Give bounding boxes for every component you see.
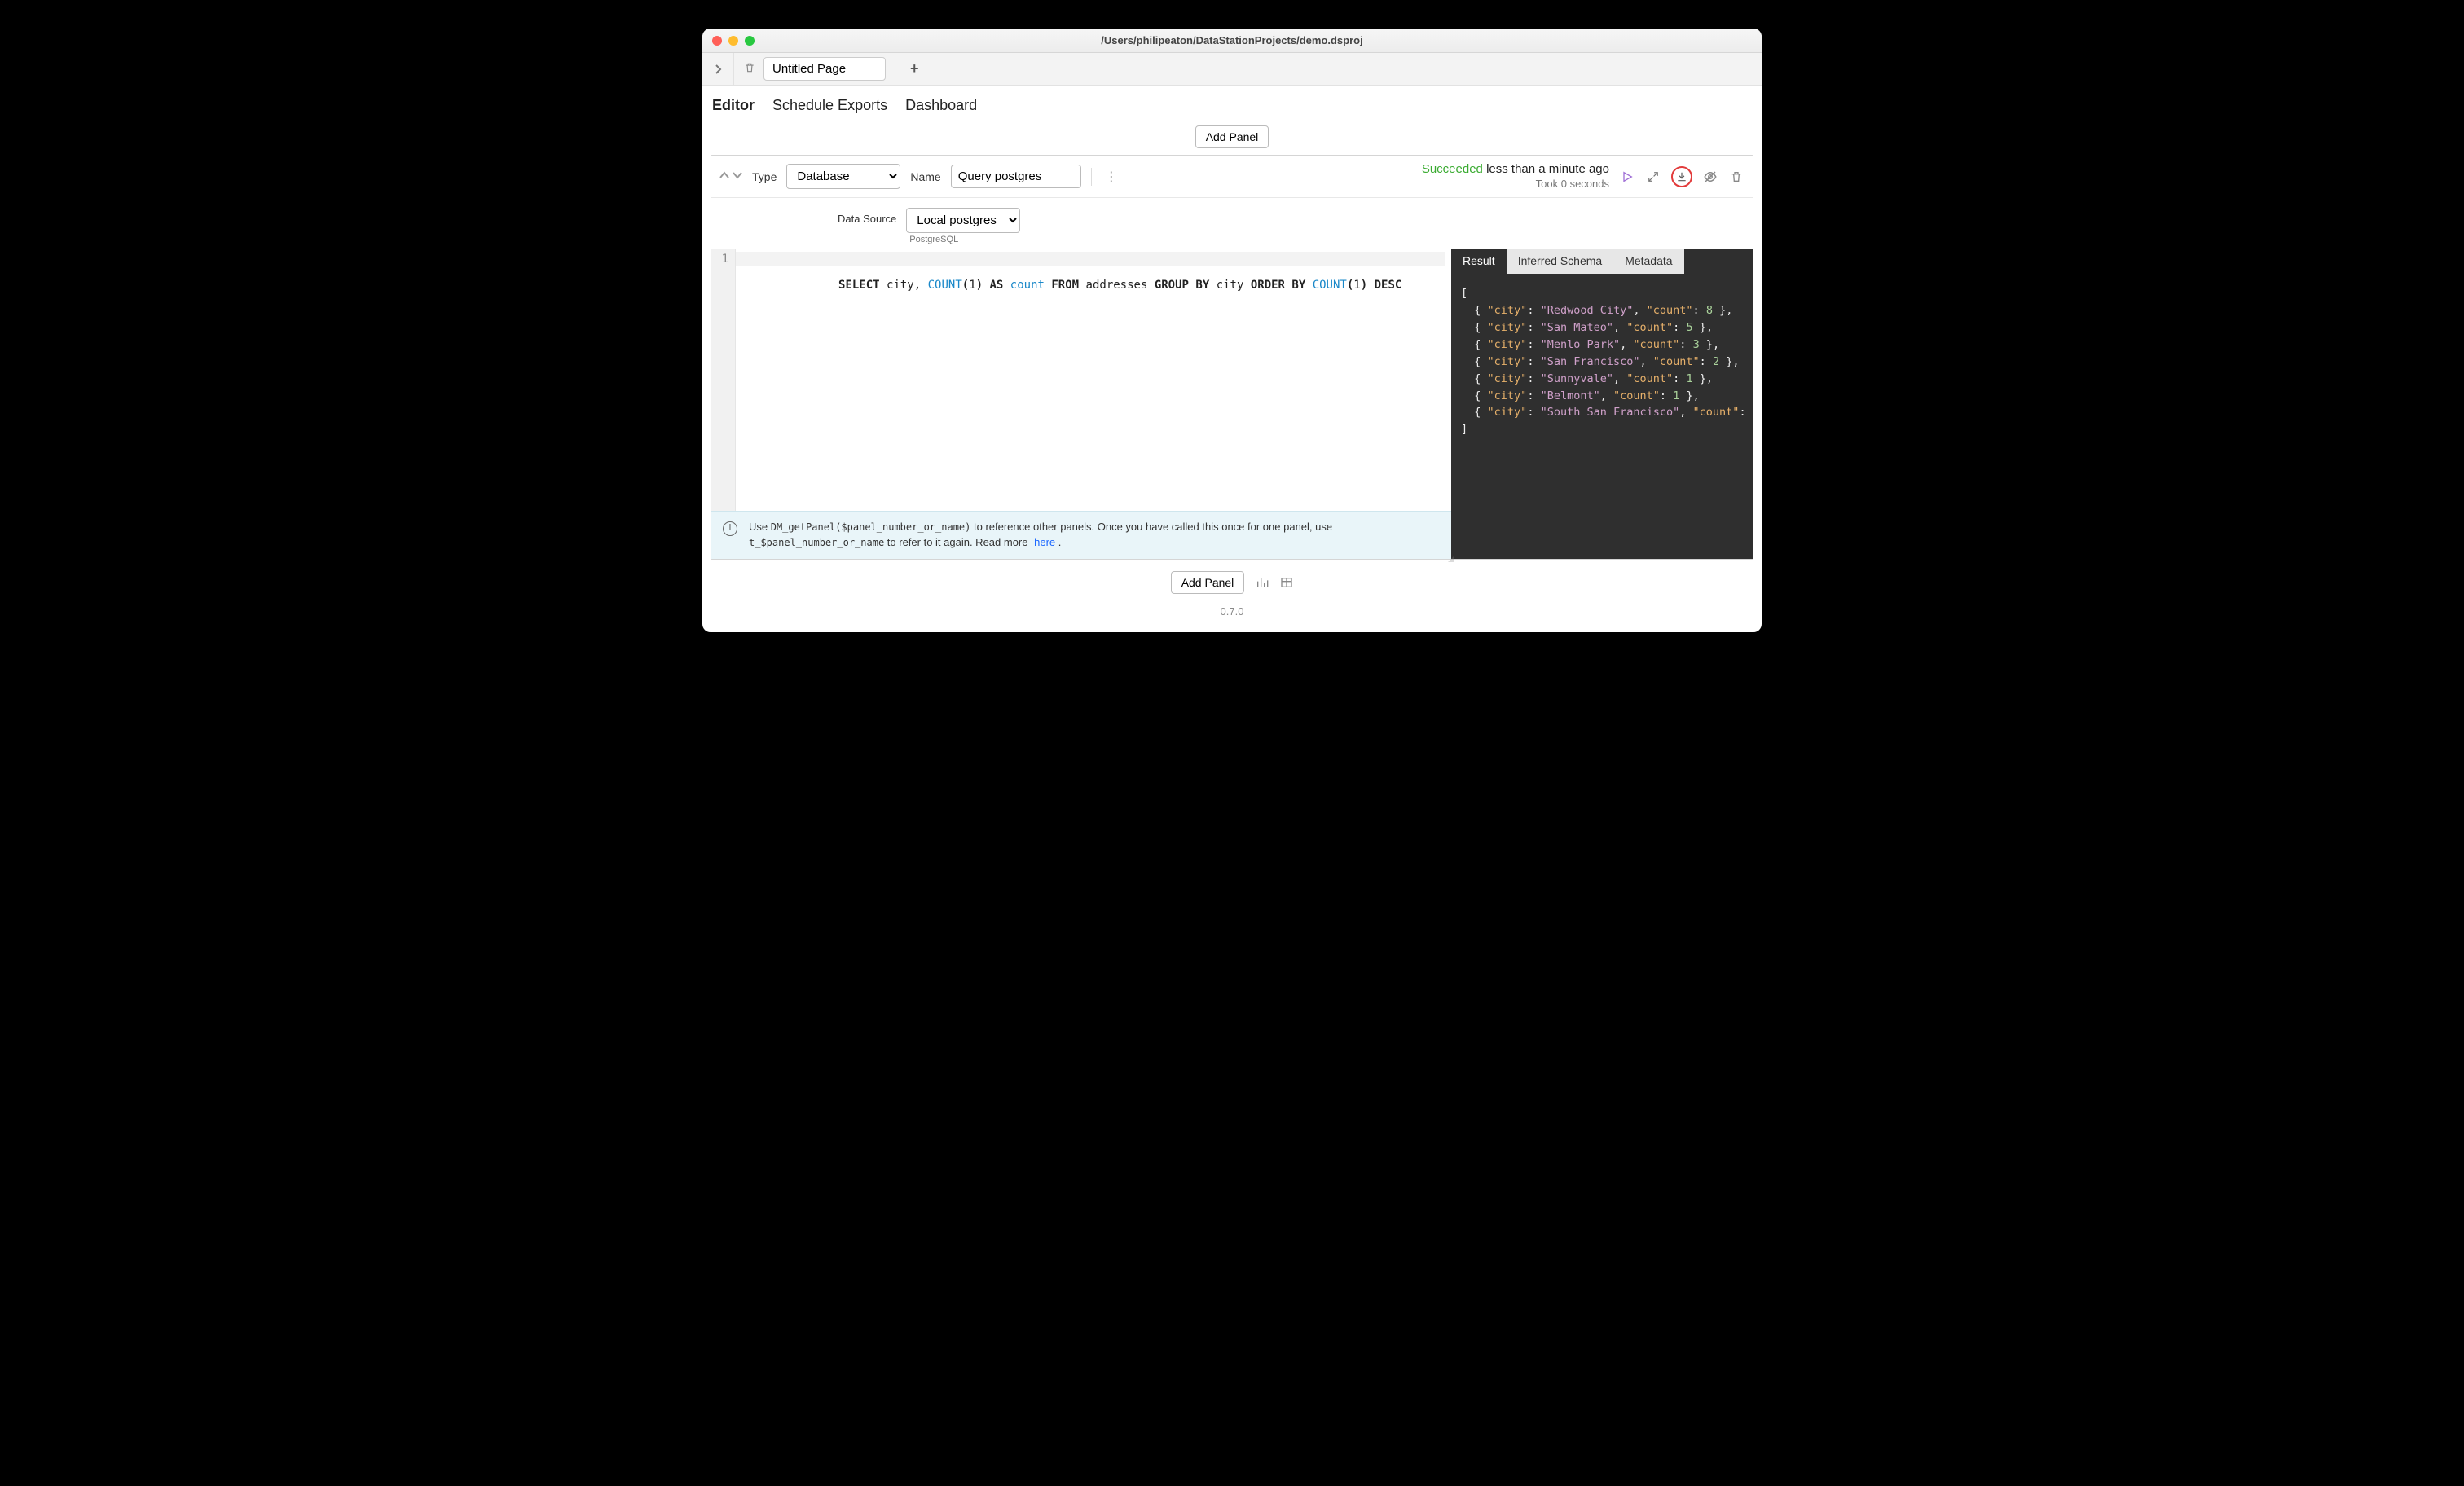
- separator: [1091, 168, 1092, 186]
- tab-schedule-exports[interactable]: Schedule Exports: [772, 97, 887, 114]
- move-panel-down-icon[interactable]: [733, 171, 742, 182]
- info-text: Use DM_getPanel($panel_number_or_name) t…: [749, 520, 1440, 551]
- info-icon: i: [723, 521, 737, 536]
- delete-panel-icon[interactable]: [1728, 169, 1745, 185]
- panel-status: Succeeded less than a minute ago Took 0 …: [1422, 162, 1609, 191]
- version-label: 0.7.0: [711, 605, 1753, 618]
- expand-panel-icon[interactable]: [1645, 169, 1661, 185]
- panel-type-select[interactable]: Database: [786, 164, 900, 189]
- result-tab-schema[interactable]: Inferred Schema: [1507, 249, 1614, 274]
- add-graph-panel-icon[interactable]: [1256, 576, 1269, 589]
- close-window-button[interactable]: [712, 36, 722, 46]
- minimize-window-button[interactable]: [728, 36, 738, 46]
- delete-page-icon[interactable]: [744, 62, 755, 76]
- mode-tabs: Editor Schedule Exports Dashboard: [711, 95, 1753, 122]
- result-body[interactable]: [ { "city": "Redwood City", "count": 8 }…: [1451, 274, 1753, 559]
- code-line[interactable]: SELECT city, COUNT(1) AS count FROM addr…: [736, 249, 1451, 511]
- page-tab-strip: +: [702, 53, 1762, 86]
- data-source-type: PostgreSQL: [909, 235, 1020, 244]
- hide-panel-icon[interactable]: [1702, 169, 1718, 185]
- editor-area: 1 SELECT city, COUNT(1) AS count FROM ad…: [711, 249, 1451, 559]
- download-results-icon[interactable]: [1671, 166, 1692, 187]
- add-panel-top: Add Panel: [711, 125, 1753, 148]
- add-panel-bottom: Add Panel: [711, 571, 1753, 594]
- panel-header: Type Database Name ⋮ Succeeded less than…: [711, 156, 1753, 198]
- add-page-icon[interactable]: +: [910, 60, 919, 77]
- window-title: /Users/philipeaton/DataStationProjects/d…: [702, 34, 1762, 46]
- panel-body: 1 SELECT city, COUNT(1) AS count FROM ad…: [711, 249, 1753, 559]
- panel-menu-icon[interactable]: ⋮: [1102, 169, 1121, 185]
- info-link[interactable]: here: [1034, 536, 1055, 548]
- tab-editor[interactable]: Editor: [712, 97, 755, 114]
- page-name-input[interactable]: [763, 57, 886, 81]
- type-label: Type: [752, 170, 777, 183]
- maximize-window-button[interactable]: [745, 36, 755, 46]
- status-time: less than a minute ago: [1486, 162, 1609, 176]
- add-table-panel-icon[interactable]: [1280, 576, 1293, 589]
- move-panel-up-icon[interactable]: [719, 171, 729, 182]
- status-duration: Took 0 seconds: [1422, 178, 1609, 191]
- status-word: Succeeded: [1422, 162, 1483, 176]
- data-source-select[interactable]: Local postgres: [906, 208, 1020, 233]
- main-content: Editor Schedule Exports Dashboard Add Pa…: [702, 86, 1762, 632]
- result-pane: Result Inferred Schema Metadata [ { "cit…: [1451, 249, 1753, 559]
- panel-header-right: Succeeded less than a minute ago Took 0 …: [1422, 162, 1745, 191]
- panel: Type Database Name ⋮ Succeeded less than…: [711, 155, 1753, 560]
- result-tab-result[interactable]: Result: [1451, 249, 1507, 274]
- traffic-lights: [712, 36, 755, 46]
- add-panel-button-bottom[interactable]: Add Panel: [1171, 571, 1245, 594]
- gutter: 1: [711, 249, 736, 511]
- tab-dashboard[interactable]: Dashboard: [905, 97, 977, 114]
- info-bar: i Use DM_getPanel($panel_number_or_name)…: [711, 511, 1451, 559]
- result-tabs: Result Inferred Schema Metadata: [1451, 249, 1753, 274]
- result-tab-metadata[interactable]: Metadata: [1613, 249, 1683, 274]
- name-label: Name: [910, 170, 940, 183]
- app-window: /Users/philipeaton/DataStationProjects/d…: [702, 29, 1762, 632]
- title-bar: /Users/philipeaton/DataStationProjects/d…: [702, 29, 1762, 53]
- panel-subheader: Data Source Local postgres PostgreSQL: [711, 198, 1753, 249]
- page-tab: [733, 53, 891, 85]
- sidebar-toggle-icon[interactable]: [702, 64, 733, 74]
- data-source-label: Data Source: [838, 208, 896, 225]
- add-panel-button[interactable]: Add Panel: [1195, 125, 1269, 148]
- code-editor[interactable]: 1 SELECT city, COUNT(1) AS count FROM ad…: [711, 249, 1451, 511]
- panel-name-input[interactable]: [951, 165, 1081, 188]
- run-panel-icon[interactable]: [1619, 169, 1635, 185]
